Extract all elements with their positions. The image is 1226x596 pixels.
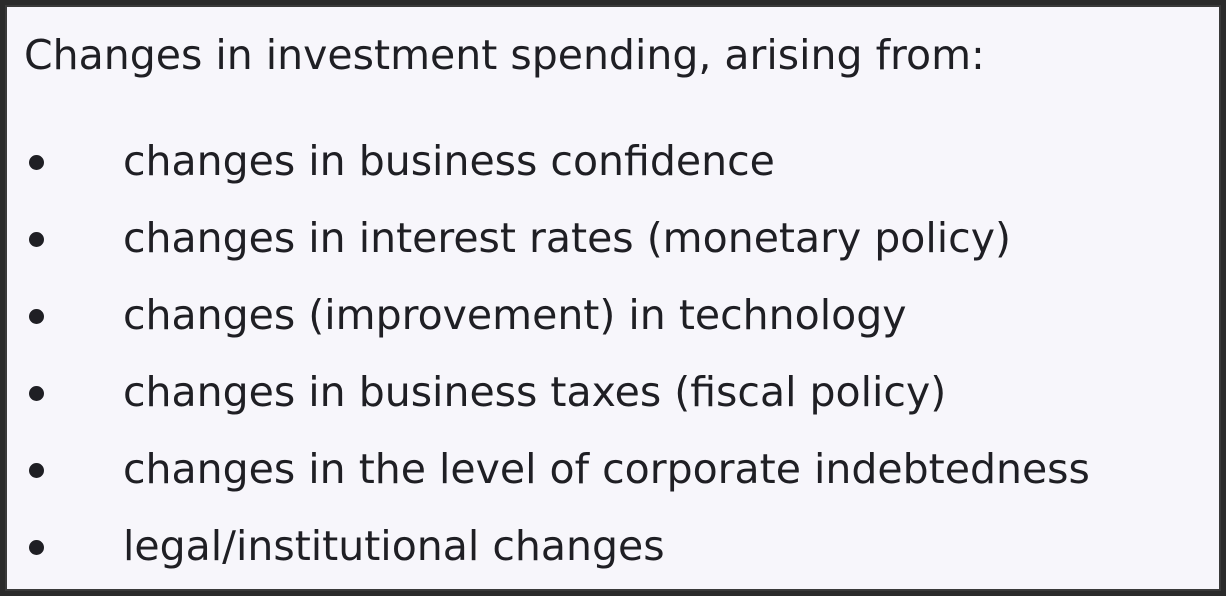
list-item-label: changes (improvement) in technology	[123, 291, 907, 339]
list-heading: Changes in investment spending, arising …	[24, 31, 985, 79]
list-item: changes (improvement) in technology	[7, 287, 1219, 364]
list-item: changes in business confidence	[7, 133, 1219, 210]
bullet-icon	[29, 386, 44, 401]
bullet-icon	[29, 309, 44, 324]
list-item-label: changes in business taxes (fiscal policy…	[123, 368, 947, 416]
list-item-label: changes in interest rates (monetary poli…	[123, 214, 1011, 262]
bullet-list-box: Changes in investment spending, arising …	[5, 5, 1221, 591]
bullet-icon	[29, 232, 44, 247]
bullet-icon	[29, 155, 44, 170]
list-item-label: changes in the level of corporate indebt…	[123, 445, 1090, 493]
list-item-label: changes in business confidence	[123, 137, 775, 185]
list-item: changes in the level of corporate indebt…	[7, 441, 1219, 518]
list-item: changes in business taxes (fiscal policy…	[7, 364, 1219, 441]
list-item-label: legal/institutional changes	[123, 522, 665, 570]
list-item: legal/institutional changes	[7, 518, 1219, 595]
list-item: changes in interest rates (monetary poli…	[7, 210, 1219, 287]
bullet-icon	[29, 463, 44, 478]
bullet-list: changes in business confidence changes i…	[7, 133, 1219, 595]
bullet-icon	[29, 540, 44, 555]
